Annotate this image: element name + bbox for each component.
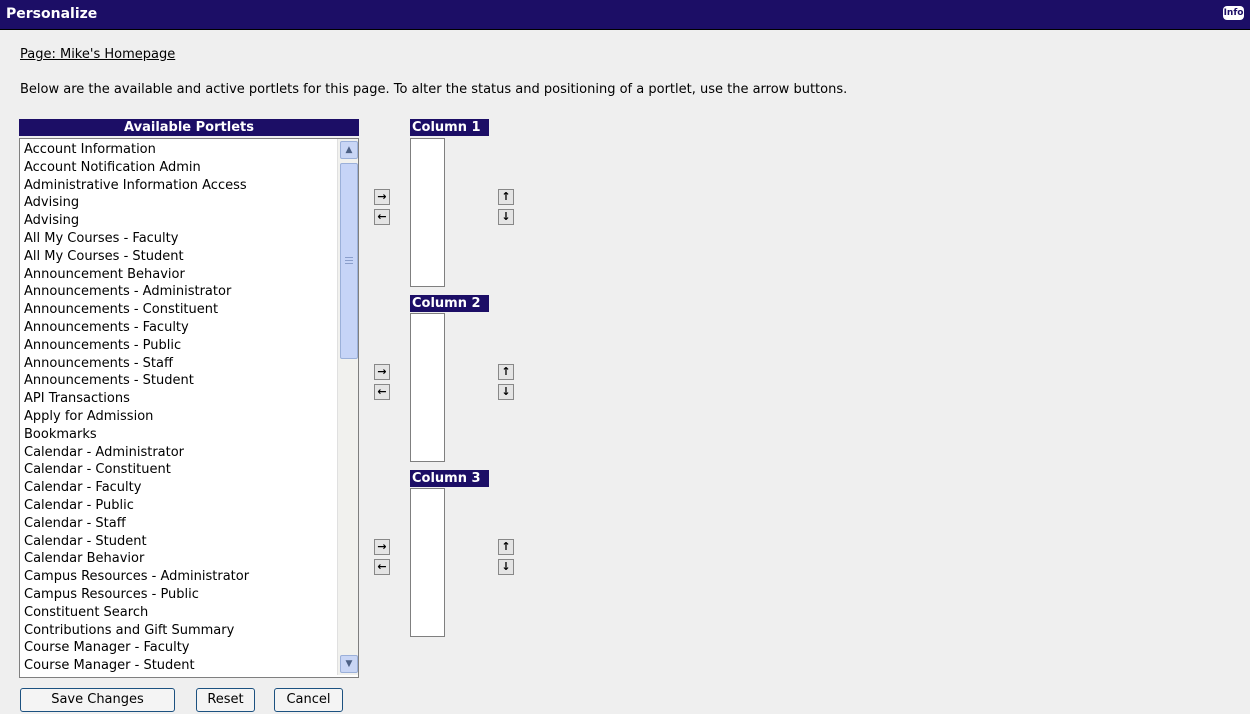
move-left-icon[interactable]: ← xyxy=(374,209,390,225)
list-item[interactable]: All My Courses - Student xyxy=(24,248,184,266)
scroll-thumb[interactable] xyxy=(340,163,358,359)
instructions-text: Below are the available and active portl… xyxy=(20,82,848,97)
grip-line xyxy=(345,260,353,261)
list-item[interactable]: Constituent Search xyxy=(24,604,148,622)
list-item[interactable]: API Transactions xyxy=(24,390,130,408)
column-3-list[interactable] xyxy=(410,488,445,637)
move-down-icon[interactable]: ↓ xyxy=(498,209,514,225)
save-changes-button[interactable]: Save Changes xyxy=(20,688,175,712)
scrollbar[interactable]: ▲ ▼ xyxy=(337,139,358,675)
move-up-icon[interactable]: ↑ xyxy=(498,539,514,555)
list-item[interactable]: Campus Resources - Public xyxy=(24,586,199,604)
list-item[interactable]: Advising xyxy=(24,194,79,212)
info-button[interactable]: Info xyxy=(1223,6,1244,20)
list-item[interactable]: Campus Resources - Administrator xyxy=(24,568,249,586)
grip-line xyxy=(345,257,353,258)
list-item[interactable]: Announcement Behavior xyxy=(24,266,185,284)
list-item[interactable]: Announcements - Student xyxy=(24,372,194,390)
move-down-icon[interactable]: ↓ xyxy=(498,384,514,400)
move-down-icon[interactable]: ↓ xyxy=(498,559,514,575)
column-1-header: Column 1 xyxy=(410,119,489,136)
list-item[interactable]: Bookmarks xyxy=(24,426,97,444)
column-2-list[interactable] xyxy=(410,313,445,462)
available-portlets-header: Available Portlets xyxy=(19,119,359,136)
move-up-icon[interactable]: ↑ xyxy=(498,364,514,380)
title-bar: Personalize Info xyxy=(0,0,1250,30)
list-item[interactable]: Account Information xyxy=(24,141,156,159)
page-title: Personalize xyxy=(6,6,98,22)
list-item[interactable]: Announcements - Public xyxy=(24,337,181,355)
move-right-icon[interactable]: → xyxy=(374,364,390,380)
list-item[interactable]: Course Manager - Faculty xyxy=(24,639,190,657)
list-item[interactable]: Announcements - Staff xyxy=(24,355,173,373)
reset-button[interactable]: Reset xyxy=(196,688,255,712)
column-1-list[interactable] xyxy=(410,138,445,287)
list-item[interactable]: Advising xyxy=(24,212,79,230)
list-item[interactable]: Announcements - Faculty xyxy=(24,319,189,337)
page-link[interactable]: Page: Mike's Homepage xyxy=(20,47,175,62)
move-left-icon[interactable]: ← xyxy=(374,559,390,575)
list-item[interactable]: Calendar - Staff xyxy=(24,515,126,533)
column-3-header: Column 3 xyxy=(410,470,489,487)
list-item[interactable]: Contributions and Gift Summary xyxy=(24,622,234,640)
cancel-button[interactable]: Cancel xyxy=(274,688,343,712)
available-portlets-list[interactable]: Course Manager - Student Course Manager -… xyxy=(19,138,359,678)
list-item[interactable]: Administrative Information Access xyxy=(24,177,247,195)
list-item[interactable]: Calendar - Public xyxy=(24,497,134,515)
list-item[interactable]: Announcements - Constituent xyxy=(24,301,218,319)
grip-line xyxy=(345,263,353,264)
list-item[interactable]: Calendar Behavior xyxy=(24,550,144,568)
move-right-icon[interactable]: → xyxy=(374,539,390,555)
scroll-up-icon[interactable]: ▲ xyxy=(340,141,358,159)
list-item[interactable]: Apply for Admission xyxy=(24,408,153,426)
column-2-header: Column 2 xyxy=(410,295,489,312)
move-left-icon[interactable]: ← xyxy=(374,384,390,400)
list-item[interactable]: Account Notification Admin xyxy=(24,159,201,177)
list-item[interactable]: Calendar - Constituent xyxy=(24,461,171,479)
list-item[interactable]: Announcements - Administrator xyxy=(24,283,231,301)
scroll-down-icon[interactable]: ▼ xyxy=(340,655,358,673)
list-item[interactable]: Calendar - Faculty xyxy=(24,479,141,497)
list-item[interactable]: All My Courses - Faculty xyxy=(24,230,178,248)
list-item[interactable]: Calendar - Administrator xyxy=(24,444,184,462)
list-item[interactable]: Course Manager - Student xyxy=(24,657,195,675)
move-right-icon[interactable]: → xyxy=(374,189,390,205)
list-item[interactable]: Calendar - Student xyxy=(24,533,147,551)
move-up-icon[interactable]: ↑ xyxy=(498,189,514,205)
